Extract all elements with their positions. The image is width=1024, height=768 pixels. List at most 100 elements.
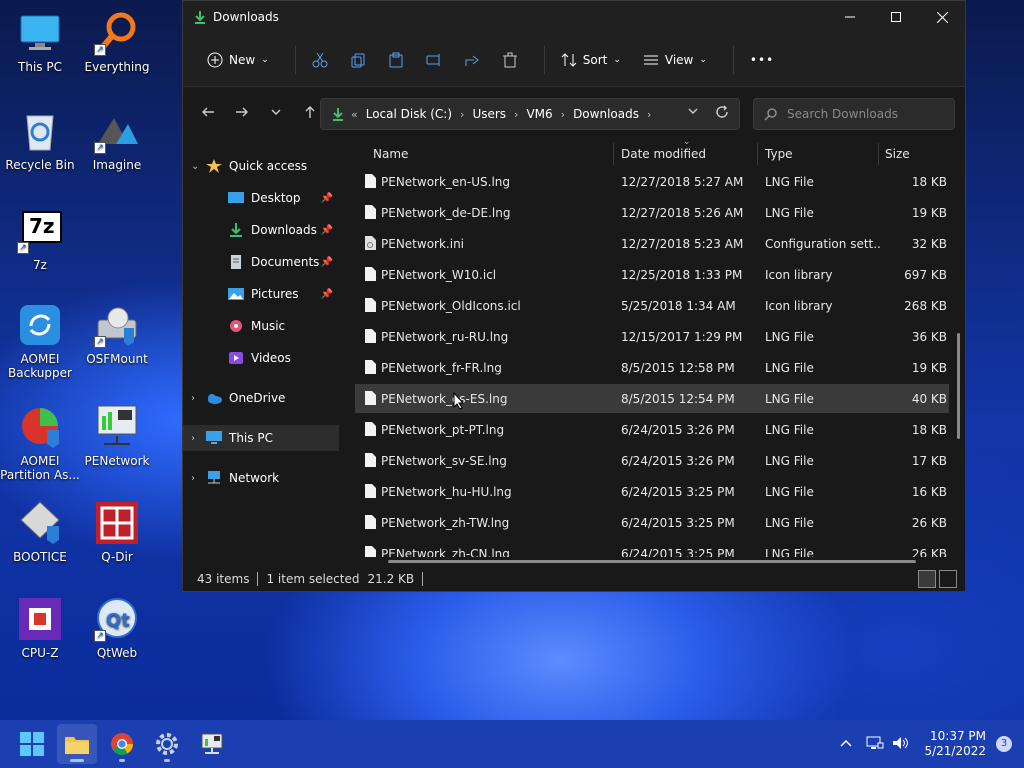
breadcrumb-users[interactable]: Users (472, 107, 506, 121)
breadcrumb-local-disk[interactable]: Local Disk (C:) (366, 107, 452, 121)
breadcrumb-downloads[interactable]: Downloads (573, 107, 639, 121)
close-button[interactable] (919, 1, 965, 33)
forward-button[interactable] (227, 97, 257, 127)
file-row[interactable]: PENetwork_zh-CN.lng 6/24/2015 3:25 PM LN… (355, 539, 949, 557)
arrow-right-icon (236, 107, 248, 117)
desktop-icon-label: OSFMount (86, 352, 148, 366)
file-icon (365, 515, 376, 529)
horizontal-scrollbar[interactable] (388, 560, 916, 563)
pin-icon: 📌 (320, 224, 333, 236)
desktop-icon-imagine[interactable]: ↗ Imagine (77, 108, 157, 172)
file-row[interactable]: PENetwork_en-US.lng 12/27/2018 5:27 AM L… (355, 167, 949, 196)
desktop-icon-osfmount[interactable]: ↗ OSFMount (77, 302, 157, 366)
view-button[interactable]: View ⌄ (637, 42, 713, 78)
sort-button[interactable]: Sort ⌄ (555, 42, 627, 78)
refresh-button[interactable] (715, 105, 729, 122)
desktop-icon-aomei-backupper[interactable]: AOMEI Backupper (0, 302, 80, 380)
file-row[interactable]: PENetwork_pt-PT.lng 6/24/2015 3:26 PM LN… (355, 415, 949, 444)
sidebar-item-downloads[interactable]: Downloads 📌 (183, 217, 339, 243)
column-header-name[interactable]: Name (373, 147, 408, 161)
taskbar-chrome[interactable] (102, 724, 142, 764)
network-status-icon[interactable] (866, 735, 884, 754)
file-name: PENetwork_es-ES.lng (381, 392, 508, 406)
minimize-button[interactable] (827, 1, 873, 33)
clock[interactable]: 10:37 PM 5/21/2022 (924, 729, 986, 759)
file-row[interactable]: PENetwork.ini 12/27/2018 5:23 AM Configu… (355, 229, 949, 258)
back-button[interactable] (193, 97, 223, 127)
sidebar-item-quick-access[interactable]: ⌄ Quick access (183, 153, 339, 179)
notification-badge[interactable]: 3 (996, 736, 1012, 752)
column-header-type[interactable]: Type (765, 147, 793, 161)
column-header-date-modified[interactable]: Date modified (621, 147, 706, 161)
search-box[interactable] (753, 98, 955, 130)
desktop-icon-qtweb[interactable]: Qt ↗ QtWeb (77, 596, 157, 660)
desktop-icon-this-pc[interactable]: This PC (0, 10, 80, 74)
cut-button[interactable] (306, 42, 334, 78)
selection-count: 1 item selected (266, 572, 360, 586)
volume-icon[interactable] (892, 735, 910, 754)
file-icon (365, 267, 376, 281)
title-bar[interactable]: Downloads (183, 1, 965, 33)
share-button[interactable] (458, 42, 486, 78)
paste-button[interactable] (382, 42, 410, 78)
sidebar-item-pictures[interactable]: Pictures 📌 (183, 281, 339, 307)
sidebar-item-this-pc[interactable]: › This PC (183, 425, 339, 451)
desktop-icon-penetwork[interactable]: PENetwork (77, 404, 157, 468)
sidebar-item-documents[interactable]: Documents 📌 (183, 249, 339, 275)
chevron-down-icon (271, 109, 281, 115)
taskbar-file-explorer[interactable] (57, 724, 97, 764)
new-button[interactable]: New ⌄ (201, 42, 275, 78)
desktop-icon-recycle-bin[interactable]: Recycle Bin (0, 108, 80, 172)
rename-button[interactable] (420, 42, 448, 78)
sidebar-item-music[interactable]: Music (183, 313, 339, 339)
file-row[interactable]: PENetwork_hu-HU.lng 6/24/2015 3:25 PM LN… (355, 477, 949, 506)
vertical-scrollbar[interactable] (957, 333, 960, 439)
shortcut-arrow-icon: ↗ (17, 242, 29, 254)
maximize-button[interactable] (873, 1, 919, 33)
sidebar-item-network[interactable]: › Network (183, 465, 339, 491)
taskbar-penetwork[interactable] (192, 724, 232, 764)
sort-indicator-icon: ⌄ (683, 139, 691, 147)
more-options-button[interactable]: ••• (744, 42, 780, 78)
file-row-selected[interactable]: PENetwork_es-ES.lng 8/5/2015 12:54 PM LN… (355, 384, 949, 413)
column-header-size[interactable]: Size (885, 147, 910, 161)
show-hidden-icons-button[interactable] (840, 737, 852, 751)
file-row[interactable]: PENetwork_sv-SE.lng 6/24/2015 3:26 PM LN… (355, 446, 949, 475)
file-date: 12/27/2018 5:23 AM (621, 237, 744, 251)
mouse-cursor-icon (453, 392, 465, 410)
file-icon (365, 484, 376, 498)
file-date: 8/5/2015 12:58 PM (621, 361, 735, 375)
file-row[interactable]: PENetwork_zh-TW.lng 6/24/2015 3:25 PM LN… (355, 508, 949, 537)
file-row[interactable]: PENetwork_ru-RU.lng 12/15/2017 1:29 PM L… (355, 322, 949, 351)
breadcrumb-vm6[interactable]: VM6 (526, 107, 552, 121)
sidebar-item-videos[interactable]: Videos (183, 345, 339, 371)
desktop-icon-label: AOMEI Backupper (8, 352, 72, 380)
desktop-icon-q-dir[interactable]: Q-Dir (77, 500, 157, 564)
item-count: 43 items (197, 572, 250, 586)
tiles-view-button[interactable] (939, 570, 957, 588)
file-row[interactable]: PENetwork_de-DE.lng 12/27/2018 5:26 AM L… (355, 198, 949, 227)
sidebar-item-label: Pictures (251, 287, 299, 301)
file-row[interactable]: PENetwork_fr-FR.lng 8/5/2015 12:58 PM LN… (355, 353, 949, 382)
file-row[interactable]: PENetwork_OldIcons.icl 5/25/2018 1:34 AM… (355, 291, 949, 320)
breadcrumb-overflow[interactable]: « (351, 108, 358, 121)
desktop-icon-everything[interactable]: ↗ Everything (77, 10, 157, 74)
address-bar[interactable]: « Local Disk (C:) › Users › VM6 › Downlo… (320, 98, 740, 130)
taskbar-settings[interactable] (147, 724, 187, 764)
desktop-icon-7z[interactable]: 7z ↗ 7z (0, 208, 80, 272)
delete-button[interactable] (496, 42, 524, 78)
search-input[interactable] (787, 107, 937, 121)
file-type: LNG File (765, 206, 814, 220)
file-row[interactable]: PENetwork_W10.icl 12/25/2018 1:33 PM Ico… (355, 260, 949, 289)
address-history-dropdown[interactable] (687, 105, 699, 120)
start-button[interactable] (12, 724, 52, 764)
sidebar-item-desktop[interactable]: Desktop 📌 (183, 185, 339, 211)
desktop-icon-bootice[interactable]: BOOTICE (0, 500, 80, 564)
sidebar-item-onedrive[interactable]: › OneDrive (183, 385, 339, 411)
details-view-button[interactable] (918, 570, 936, 588)
copy-button[interactable] (344, 42, 372, 78)
desktop-icon-aomei-partition[interactable]: AOMEI Partition As... (0, 404, 80, 482)
recent-locations-button[interactable] (261, 97, 291, 127)
file-type: Icon library (765, 299, 833, 313)
desktop-icon-cpu-z[interactable]: CPU-Z (0, 596, 80, 660)
